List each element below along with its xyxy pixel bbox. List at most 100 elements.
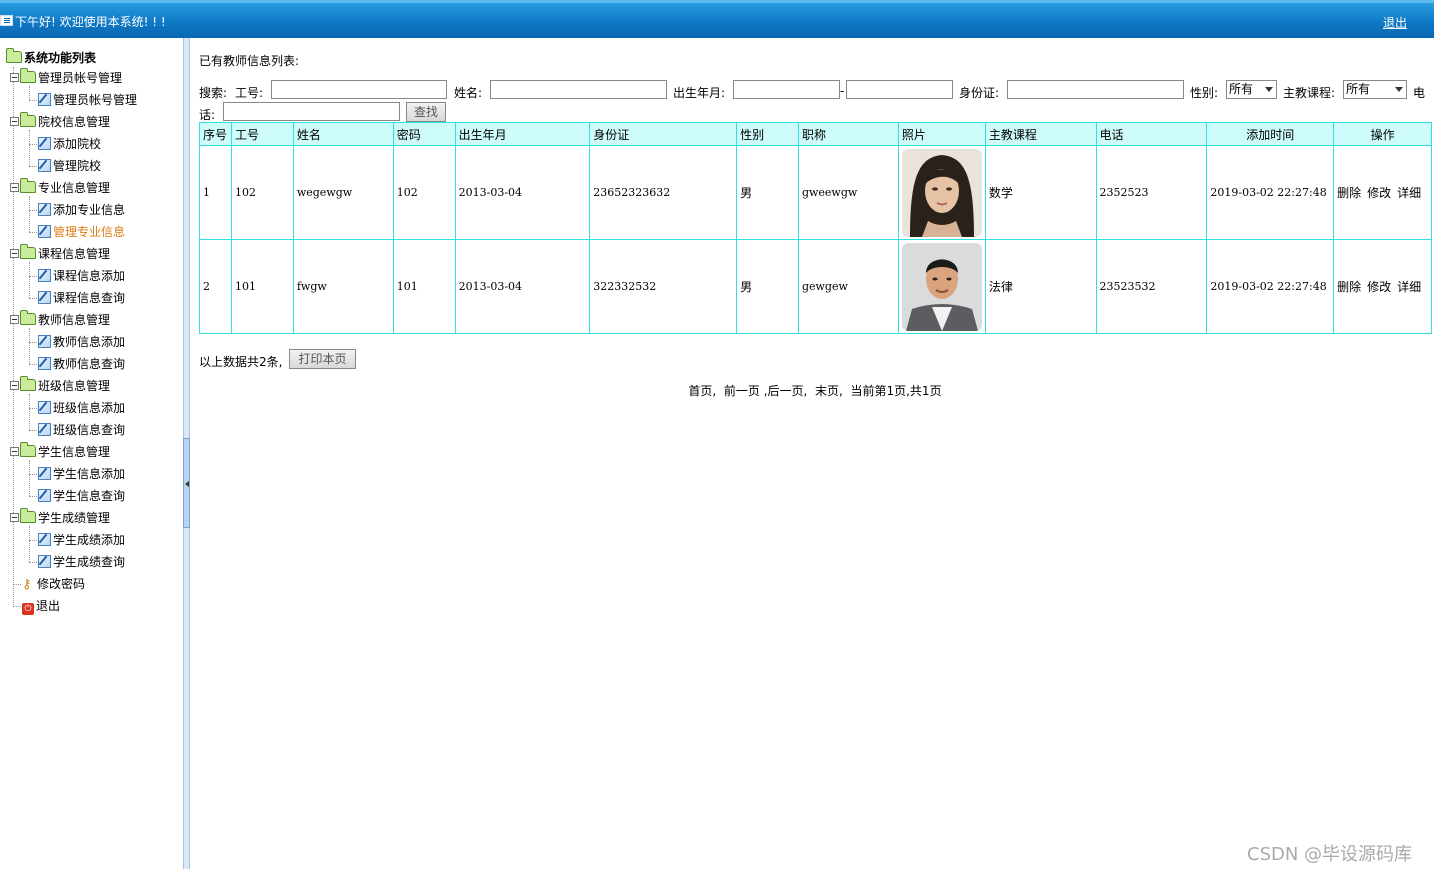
teacher-photo <box>901 148 982 237</box>
print-button[interactable]: 打印本页 <box>289 349 356 369</box>
folder-open-icon <box>20 310 36 325</box>
cell-gender: 男 <box>736 239 799 334</box>
collapse-icon[interactable] <box>10 447 19 456</box>
tree-group-class[interactable]: 班级信息管理 <box>10 376 110 396</box>
power-icon: ⏻ <box>22 603 34 615</box>
tree-item-query-teacher[interactable]: 教师信息查询 <box>38 354 125 374</box>
search-prefix: 搜索: <box>199 86 228 100</box>
collapse-icon[interactable] <box>10 381 19 390</box>
tree-item-add-class[interactable]: 班级信息添加 <box>38 398 125 418</box>
name-label: 姓名: <box>454 86 483 100</box>
cell-phone: 23523532 <box>1095 239 1208 334</box>
cell-password: 102 <box>392 145 456 240</box>
search-button[interactable]: 查找 <box>406 102 446 122</box>
collapse-sidebar-handle[interactable] <box>183 438 190 528</box>
tree-item-add-student[interactable]: 学生信息添加 <box>38 464 125 484</box>
cell-no: 1 <box>199 145 232 240</box>
welcome-text: 下午好! 欢迎使用本系统! ! ! <box>15 15 166 29</box>
delete-link[interactable]: 删除 <box>1337 280 1361 294</box>
tree-item-query-score[interactable]: 学生成绩查询 <box>38 552 125 572</box>
last-page-link[interactable]: 末页, <box>815 384 843 398</box>
tree-root[interactable]: 系统功能列表 <box>6 48 96 68</box>
tree-group-student[interactable]: 学生信息管理 <box>10 442 110 462</box>
table-row: 1 102 wegewgw 102 2013-03-04 23652323632… <box>199 145 1432 240</box>
tree-group-major[interactable]: 专业信息管理 <box>10 178 110 198</box>
tree-group-course[interactable]: 课程信息管理 <box>10 244 110 264</box>
prev-page-link[interactable]: 前一页 <box>724 384 760 398</box>
collapse-icon[interactable] <box>10 183 19 192</box>
tree-item-query-course[interactable]: 课程信息查询 <box>38 288 125 308</box>
edit-link[interactable]: 修改 <box>1367 186 1391 200</box>
collapse-icon[interactable] <box>10 315 19 324</box>
logout-link[interactable]: 退出 <box>1383 14 1407 31</box>
gender-label: 性别: <box>1190 86 1219 100</box>
col-header-staff-no: 工号 <box>230 122 294 146</box>
next-page-link[interactable]: ,后一页, <box>764 384 808 398</box>
cell-photo <box>897 239 986 334</box>
id-card-input[interactable] <box>1007 80 1184 99</box>
cell-phone: 2352523 <box>1095 145 1208 240</box>
chevron-down-icon <box>1265 87 1273 92</box>
tree-item-manage-major[interactable]: 管理专业信息 <box>38 222 125 242</box>
tree-group-school[interactable]: 院校信息管理 <box>10 112 110 132</box>
cell-added: 2019-03-02 22:27:48 <box>1206 239 1335 334</box>
name-input[interactable] <box>490 80 667 99</box>
col-header-ops: 操作 <box>1333 122 1432 146</box>
teacher-table: 序号 工号 姓名 密码 出生年月 身份证 性别 职称 照片 主教课程 电话 添加… <box>199 122 1432 334</box>
col-header-added: 添加时间 <box>1206 122 1335 146</box>
edit-page-icon <box>38 137 51 150</box>
collapse-icon[interactable] <box>10 513 19 522</box>
list-title: 已有教师信息列表: <box>199 54 300 68</box>
tree-item-query-class[interactable]: 班级信息查询 <box>38 420 125 440</box>
tree-item-change-password[interactable]: ⚷ 修改密码 <box>22 574 85 594</box>
collapse-icon[interactable] <box>10 117 19 126</box>
edit-page-icon <box>38 533 51 546</box>
range-separator: - <box>840 84 845 98</box>
course-select[interactable]: 所有 <box>1343 80 1407 99</box>
tree-group-score[interactable]: 学生成绩管理 <box>10 508 110 528</box>
tree-item-exit[interactable]: ⏻ 退出 <box>22 596 60 616</box>
teacher-photo <box>901 242 982 331</box>
cell-staff-no: 101 <box>230 239 294 334</box>
edit-page-icon <box>38 423 51 436</box>
detail-link[interactable]: 详细 <box>1397 280 1421 294</box>
tree-group-teacher[interactable]: 教师信息管理 <box>10 310 110 330</box>
cell-ops: 删除 修改 详细 <box>1333 239 1432 334</box>
phone-input[interactable] <box>223 102 400 121</box>
table-row: 2 101 fwgw 101 2013-03-04 322332532 男 ge… <box>199 239 1432 334</box>
collapse-icon[interactable] <box>10 249 19 258</box>
gender-select[interactable]: 所有 <box>1226 80 1277 99</box>
collapse-icon[interactable] <box>10 73 19 82</box>
cell-course: 数学 <box>984 145 1097 240</box>
cell-id-card: 322332532 <box>589 239 738 334</box>
staff-no-input[interactable] <box>271 80 447 99</box>
detail-link[interactable]: 详细 <box>1397 186 1421 200</box>
tree-item-add-major[interactable]: 添加专业信息 <box>38 200 125 220</box>
chevron-down-icon <box>1395 87 1403 92</box>
col-header-id-card: 身份证 <box>589 122 738 146</box>
top-banner: 下午好! 欢迎使用本系统! ! ! 退出 <box>0 0 1434 38</box>
tree-item-add-score[interactable]: 学生成绩添加 <box>38 530 125 550</box>
col-header-course: 主教课程 <box>984 122 1097 146</box>
cell-title: gewgew <box>797 239 899 334</box>
tree-item-add-course[interactable]: 课程信息添加 <box>38 266 125 286</box>
birth-to-input[interactable] <box>846 80 953 99</box>
sidebar-tree: 系统功能列表 管理员帐号管理 管理员帐号管理 院校信息管理 添加院校 管理院校 … <box>0 38 183 869</box>
col-header-password: 密码 <box>392 122 456 146</box>
edit-page-icon <box>38 401 51 414</box>
birth-from-input[interactable] <box>733 80 840 99</box>
tree-item-admin-account[interactable]: 管理员帐号管理 <box>38 90 137 110</box>
tree-group-admin[interactable]: 管理员帐号管理 <box>10 68 122 88</box>
folder-open-icon <box>20 68 36 83</box>
tree-item-add-teacher[interactable]: 教师信息添加 <box>38 332 125 352</box>
first-page-link[interactable]: 首页, <box>688 384 716 398</box>
cell-gender: 男 <box>736 145 799 240</box>
tree-item-manage-school[interactable]: 管理院校 <box>38 156 101 176</box>
tree-item-query-student[interactable]: 学生信息查询 <box>38 486 125 506</box>
record-count: 以上数据共2条, <box>199 355 283 369</box>
birth-label: 出生年月: <box>673 86 726 100</box>
folder-open-icon <box>20 178 36 193</box>
tree-item-add-school[interactable]: 添加院校 <box>38 134 101 154</box>
edit-link[interactable]: 修改 <box>1367 280 1391 294</box>
delete-link[interactable]: 删除 <box>1337 186 1361 200</box>
